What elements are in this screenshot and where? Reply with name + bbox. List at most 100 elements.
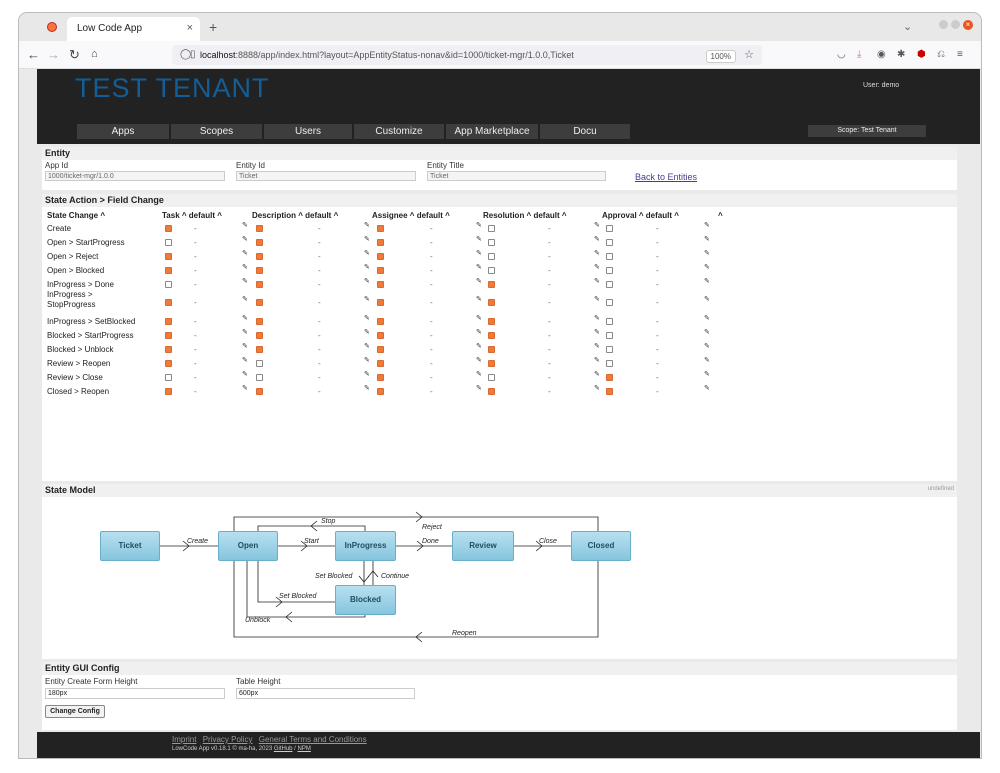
edit-pencil-icon[interactable]: ✎	[594, 295, 600, 303]
edit-pencil-icon[interactable]: ✎	[594, 370, 600, 378]
field-change-checkbox[interactable]	[488, 239, 495, 246]
create-form-height-input[interactable]: 180px	[45, 688, 225, 699]
pocket-icon[interactable]: ◡	[837, 49, 846, 60]
field-change-checkbox[interactable]	[377, 267, 384, 274]
field-change-checkbox[interactable]	[488, 388, 495, 395]
field-change-checkbox[interactable]	[488, 267, 495, 274]
field-change-checkbox[interactable]	[606, 360, 613, 367]
edit-pencil-icon[interactable]: ✎	[364, 342, 370, 350]
edit-pencil-icon[interactable]: ✎	[594, 384, 600, 392]
edit-pencil-icon[interactable]: ✎	[704, 277, 710, 285]
privacy-policy-link[interactable]: Privacy Policy	[203, 735, 253, 744]
edit-pencil-icon[interactable]: ✎	[364, 263, 370, 271]
field-change-checkbox[interactable]	[606, 253, 613, 260]
field-change-checkbox[interactable]	[165, 225, 172, 232]
tab-close-icon[interactable]: ×	[187, 22, 193, 34]
home-icon[interactable]: ⌂	[91, 48, 98, 60]
chevron-down-icon[interactable]: ⌄	[903, 20, 912, 33]
field-change-checkbox[interactable]	[606, 225, 613, 232]
edit-pencil-icon[interactable]: ✎	[594, 263, 600, 271]
state-node-open[interactable]: Open	[218, 531, 278, 561]
reload-icon[interactable]: ↻	[69, 47, 80, 63]
field-change-checkbox[interactable]	[256, 360, 263, 367]
field-change-checkbox[interactable]	[606, 299, 613, 306]
col-description[interactable]: Description ^ default ^	[252, 211, 338, 220]
edit-pencil-icon[interactable]: ✎	[704, 384, 710, 392]
edit-pencil-icon[interactable]: ✎	[242, 221, 248, 229]
edit-pencil-icon[interactable]: ✎	[364, 370, 370, 378]
edit-pencil-icon[interactable]: ✎	[476, 384, 482, 392]
maximize-icon[interactable]	[951, 20, 960, 29]
field-change-checkbox[interactable]	[377, 239, 384, 246]
field-change-checkbox[interactable]	[377, 388, 384, 395]
edit-pencil-icon[interactable]: ✎	[476, 263, 482, 271]
forward-icon[interactable]: →	[47, 47, 60, 62]
menu-scopes[interactable]: Scopes	[171, 124, 262, 139]
field-change-checkbox[interactable]	[256, 299, 263, 306]
field-change-checkbox[interactable]	[256, 239, 263, 246]
col-resolution[interactable]: Resolution ^ default ^	[483, 211, 567, 220]
edit-pencil-icon[interactable]: ✎	[594, 314, 600, 322]
field-change-checkbox[interactable]	[165, 239, 172, 246]
edit-pencil-icon[interactable]: ✎	[704, 295, 710, 303]
field-change-checkbox[interactable]	[488, 346, 495, 353]
edit-pencil-icon[interactable]: ✎	[364, 277, 370, 285]
menu-docu[interactable]: Docu	[540, 124, 630, 139]
edit-pencil-icon[interactable]: ✎	[594, 221, 600, 229]
col-state-change[interactable]: State Change ^	[47, 211, 105, 220]
hamburger-menu-icon[interactable]: ≡	[957, 49, 963, 60]
edit-pencil-icon[interactable]: ✎	[364, 249, 370, 257]
edit-pencil-icon[interactable]: ✎	[594, 277, 600, 285]
edit-pencil-icon[interactable]: ✎	[594, 249, 600, 257]
field-change-checkbox[interactable]	[256, 388, 263, 395]
back-icon[interactable]: ←	[27, 47, 40, 62]
field-change-checkbox[interactable]	[256, 267, 263, 274]
edit-pencil-icon[interactable]: ✎	[476, 356, 482, 364]
field-change-checkbox[interactable]	[606, 374, 613, 381]
address-bar[interactable]: ◯ ▯ localhost:8888/app/index.html?layout…	[172, 45, 762, 65]
field-change-checkbox[interactable]	[488, 360, 495, 367]
state-node-ticket[interactable]: Ticket	[100, 531, 160, 561]
field-change-checkbox[interactable]	[256, 253, 263, 260]
edit-pencil-icon[interactable]: ✎	[594, 328, 600, 336]
edit-pencil-icon[interactable]: ✎	[594, 342, 600, 350]
field-change-checkbox[interactable]	[165, 346, 172, 353]
edit-pencil-icon[interactable]: ✎	[242, 356, 248, 364]
field-change-checkbox[interactable]	[606, 318, 613, 325]
field-change-checkbox[interactable]	[377, 346, 384, 353]
field-change-checkbox[interactable]	[165, 388, 172, 395]
field-change-checkbox[interactable]	[256, 332, 263, 339]
edit-pencil-icon[interactable]: ✎	[364, 314, 370, 322]
col-extra[interactable]: ^	[718, 211, 723, 220]
field-change-checkbox[interactable]	[165, 332, 172, 339]
scope-selector[interactable]: Scope: Test Tenant	[808, 125, 926, 137]
field-change-checkbox[interactable]	[165, 267, 172, 274]
change-config-button[interactable]: Change Config	[45, 705, 105, 718]
edit-pencil-icon[interactable]: ✎	[704, 370, 710, 378]
menu-customize[interactable]: Customize	[354, 124, 444, 139]
edit-pencil-icon[interactable]: ✎	[704, 342, 710, 350]
state-node-inprogress[interactable]: InProgress	[335, 531, 396, 561]
edit-pencil-icon[interactable]: ✎	[704, 314, 710, 322]
edit-pencil-icon[interactable]: ✎	[704, 263, 710, 271]
edit-pencil-icon[interactable]: ✎	[476, 221, 482, 229]
edit-pencil-icon[interactable]: ✎	[704, 221, 710, 229]
state-node-review[interactable]: Review	[452, 531, 514, 561]
edit-pencil-icon[interactable]: ✎	[476, 235, 482, 243]
field-change-checkbox[interactable]	[377, 253, 384, 260]
field-change-checkbox[interactable]	[488, 225, 495, 232]
bookmark-star-icon[interactable]: ☆	[744, 48, 754, 61]
edit-pencil-icon[interactable]: ✎	[364, 356, 370, 364]
npm-link[interactable]: NPM	[298, 746, 311, 752]
edit-pencil-icon[interactable]: ✎	[242, 314, 248, 322]
field-change-checkbox[interactable]	[606, 332, 613, 339]
close-window-icon[interactable]: ×	[963, 20, 973, 30]
field-change-checkbox[interactable]	[488, 281, 495, 288]
field-change-checkbox[interactable]	[377, 281, 384, 288]
field-change-checkbox[interactable]	[377, 299, 384, 306]
field-change-checkbox[interactable]	[488, 318, 495, 325]
terms-link[interactable]: General Terms and Conditions	[259, 735, 367, 744]
edit-pencil-icon[interactable]: ✎	[594, 235, 600, 243]
ublock-icon[interactable]: ⬢	[917, 49, 926, 60]
menu-apps[interactable]: Apps	[77, 124, 169, 139]
